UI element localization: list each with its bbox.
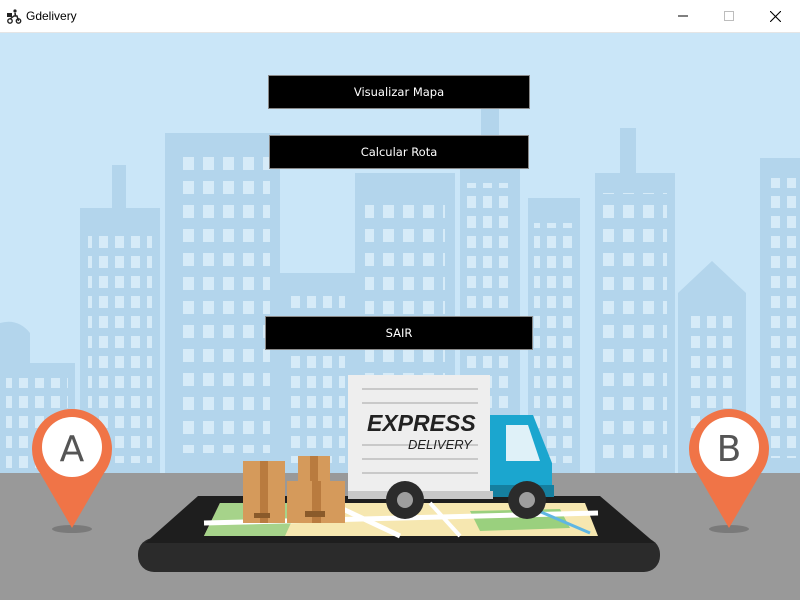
- maximize-icon: [724, 11, 734, 21]
- calculate-route-button[interactable]: Calcular Rota: [269, 135, 529, 169]
- close-icon: [769, 10, 781, 22]
- exit-button[interactable]: SAIR: [265, 316, 533, 350]
- truck-delivery-text: DELIVERY: [408, 437, 473, 452]
- view-map-button[interactable]: Visualizar Mapa: [268, 75, 530, 109]
- truck-express-text: EXPRESS: [367, 410, 476, 436]
- minimize-button[interactable]: [660, 0, 706, 32]
- delivery-scooter-icon: [7, 9, 22, 24]
- title-bar: Gdelivery: [0, 0, 800, 33]
- maximize-button[interactable]: [706, 0, 752, 32]
- minimize-icon: [678, 15, 688, 17]
- pin-b-label: B: [717, 429, 742, 470]
- pin-a-label: A: [60, 429, 85, 470]
- close-button[interactable]: [752, 0, 798, 32]
- app-window: Gdelivery EXPRESS DELIVERY A B Visualiza…: [0, 0, 800, 600]
- main-content: EXPRESS DELIVERY A B Visualizar Mapa Cal…: [0, 33, 800, 600]
- window-title: Gdelivery: [26, 9, 77, 23]
